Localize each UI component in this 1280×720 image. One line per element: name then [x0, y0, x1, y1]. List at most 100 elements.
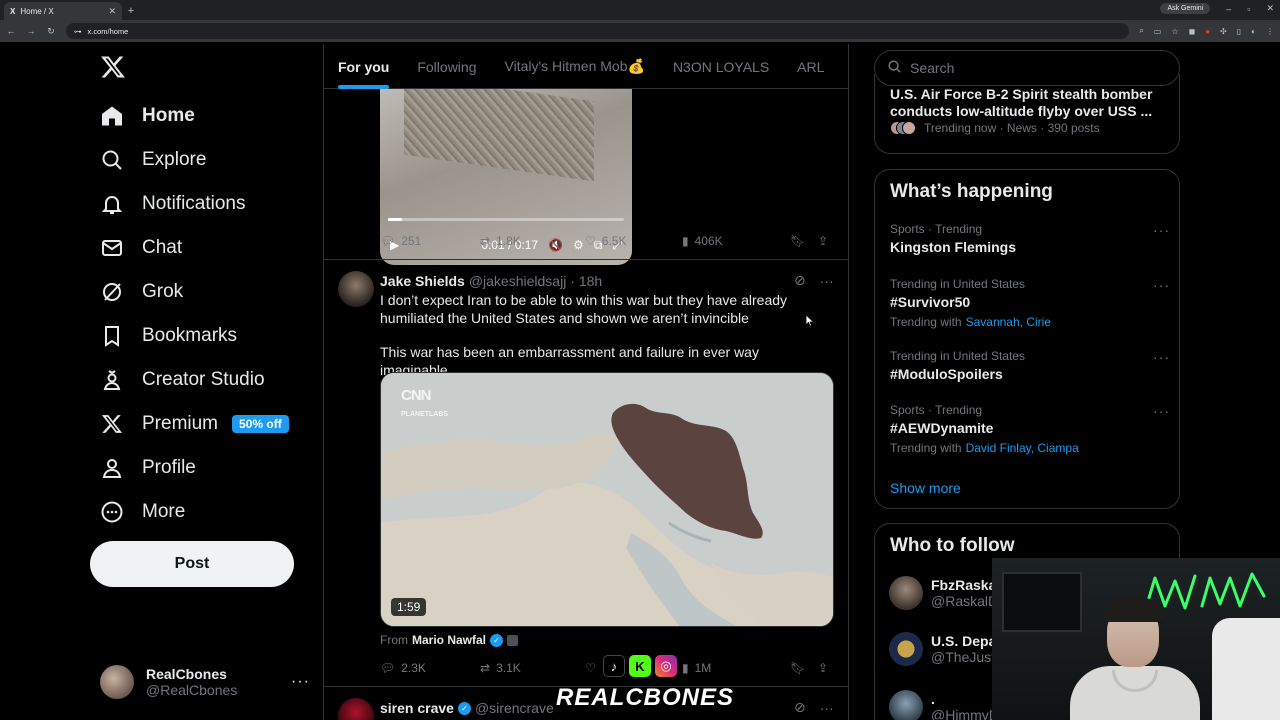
nav-explore[interactable]: Explore	[100, 140, 206, 180]
minimize-icon[interactable]: –	[1226, 4, 1231, 14]
repost-button[interactable]: ⇄ 1.8K	[480, 234, 585, 248]
close-window-icon[interactable]: ✕	[1266, 3, 1274, 14]
search-input[interactable]: Search	[874, 50, 1180, 86]
author-handle[interactable]: @sirencrave	[475, 700, 554, 716]
author-name[interactable]: Jake Shields	[380, 273, 465, 289]
creator-icon	[100, 368, 124, 392]
zoom-icon[interactable]: ⌕	[1139, 26, 1143, 36]
bookmark-button[interactable]: 🔖︎	[790, 661, 818, 675]
nav-chat[interactable]: Chat	[100, 228, 182, 268]
cast-icon[interactable]: ▭	[1154, 27, 1162, 36]
like-count: 6.5K	[601, 234, 627, 248]
grok-icon[interactable]: ⊘	[794, 699, 806, 716]
author-name[interactable]: siren crave	[380, 700, 454, 716]
nav-bookmarks[interactable]: Bookmarks	[100, 316, 237, 356]
views-button[interactable]: ▮ 406K	[682, 234, 790, 248]
ask-gemini-button[interactable]: Ask Gemini	[1160, 3, 1211, 14]
video-progress-bar[interactable]	[388, 218, 624, 221]
source-name[interactable]: Mario Nawfal	[412, 633, 486, 647]
x-logo-icon[interactable]	[100, 54, 126, 87]
reply-button[interactable]: 💬︎ 2.3K	[380, 661, 480, 675]
nav-home[interactable]: Home	[100, 96, 195, 136]
trend-item[interactable]: Sports · Trending #AEWDynamite Trending …	[890, 403, 1170, 455]
repost-button[interactable]: ⇄ 3.1K	[480, 661, 585, 675]
views-button[interactable]: ▮ 1M	[682, 661, 790, 675]
extension-icon[interactable]: ◼	[1189, 27, 1196, 36]
back-icon[interactable]: ←	[6, 26, 16, 36]
nav-label: Home	[142, 105, 195, 126]
reply-button[interactable]: 💬︎ 251	[380, 234, 480, 248]
repost-count: 3.1K	[496, 661, 521, 675]
reply-count: 251	[401, 234, 422, 248]
nav-profile[interactable]: Profile	[100, 448, 196, 488]
nav-more[interactable]: More	[100, 492, 185, 532]
streamer-brand-text: REALCBONES	[556, 684, 735, 711]
trend-item[interactable]: Sports · Trending Kingston Flemings ···	[890, 222, 1170, 255]
site-info-icon[interactable]: ⊶	[74, 27, 82, 36]
star-icon[interactable]: ☆	[1171, 27, 1178, 36]
map-video-media[interactable]: CNN PLANETLABS 1:59	[380, 372, 834, 627]
nav-notifications[interactable]: Notifications	[100, 184, 246, 224]
whats-happening-title: What’s happening	[890, 181, 1053, 202]
maximize-icon[interactable]: ▫	[1247, 4, 1250, 14]
sidepanel-icon[interactable]: ▯	[1237, 27, 1241, 36]
follow-handle: @RaskalD	[931, 593, 999, 609]
trend-with-links[interactable]: Savannah, Cirie	[966, 315, 1051, 329]
adblock-icon[interactable]: ●	[1205, 27, 1210, 36]
more-horizontal-icon[interactable]: ···	[820, 700, 834, 716]
nav-grok[interactable]: Grok	[100, 272, 183, 312]
bookmark-button[interactable]: 🔖︎	[790, 234, 818, 248]
more-horizontal-icon[interactable]: ···	[291, 673, 310, 691]
trend-item[interactable]: Trending in United States #ModuloSpoiler…	[890, 349, 1170, 382]
tab-following[interactable]: Following	[403, 44, 490, 89]
trend-item[interactable]: Trending in United States #Survivor50 Tr…	[890, 277, 1170, 329]
news-trend-card[interactable]: U.S. Air Force B-2 Spirit stealth bomber…	[874, 74, 1180, 154]
avatar[interactable]	[338, 271, 374, 307]
share-button[interactable]: ⇪	[818, 234, 828, 248]
account-switcher[interactable]: RealCbones @RealCbones ···	[100, 660, 310, 704]
post-time[interactable]: · 18h	[570, 273, 602, 289]
grok-icon[interactable]: ⊘	[794, 272, 806, 289]
tab-vitalys-hitmen-mob[interactable]: Vitaly's Hitmen Mob💰	[490, 44, 658, 89]
tab-arl[interactable]: ARL	[783, 44, 838, 89]
forward-icon[interactable]: →	[26, 26, 36, 36]
follow-name: U.S. Depa	[931, 633, 997, 649]
reload-icon[interactable]: ↻	[46, 26, 56, 37]
webcam-overlay	[992, 558, 1280, 720]
nav-creator-studio[interactable]: Creator Studio	[100, 360, 265, 400]
x-icon	[100, 413, 124, 435]
profile-icon[interactable]: ◐	[1251, 27, 1256, 36]
more-horizontal-icon[interactable]: ···	[1153, 222, 1170, 238]
tab-n3on-loyals[interactable]: N3ON LOYALS	[659, 44, 783, 89]
more-horizontal-icon[interactable]: ···	[1153, 277, 1170, 293]
nav-label: More	[142, 501, 186, 522]
more-horizontal-icon[interactable]: ···	[1153, 403, 1170, 419]
bell-icon	[100, 192, 124, 216]
more-horizontal-icon[interactable]: ···	[1153, 349, 1170, 365]
gaming-chair	[1212, 618, 1280, 720]
show-more-link[interactable]: Show more	[890, 480, 961, 496]
trend-with-links[interactable]: David Finlay, Ciampa	[966, 441, 1079, 455]
share-button[interactable]: ⇪	[818, 661, 828, 675]
trend-category: Sports · Trending	[890, 222, 983, 236]
post-button[interactable]: Post	[90, 541, 294, 587]
verified-badge-icon: ✓	[490, 633, 504, 647]
more-circle-icon	[100, 500, 124, 524]
like-button[interactable]: ♡ 6.5K	[585, 234, 682, 248]
nav-premium[interactable]: Premium 50% off	[100, 404, 289, 444]
follow-name: .	[931, 691, 935, 707]
tab-close-icon[interactable]: ✕	[108, 6, 116, 17]
tab-more[interactable]: C	[838, 44, 848, 89]
tab-for-you[interactable]: For you	[324, 44, 403, 89]
more-horizontal-icon[interactable]: ···	[820, 273, 834, 289]
menu-icon[interactable]: ⋮	[1266, 27, 1274, 36]
browser-tabbar: X Home / X ✕ +	[0, 0, 1280, 20]
author-handle[interactable]: @jakeshieldsajj	[469, 273, 566, 289]
puzzle-icon[interactable]: ✣	[1220, 27, 1227, 36]
new-tab-icon[interactable]: +	[122, 2, 140, 20]
verified-badge-icon: ✓	[457, 701, 471, 715]
browser-tab[interactable]: X Home / X ✕	[4, 2, 122, 20]
address-bar[interactable]: ⊶ x.com/home	[66, 23, 1130, 39]
post-header-actions: ⊘ ···	[794, 272, 834, 289]
avatar[interactable]	[338, 698, 374, 720]
